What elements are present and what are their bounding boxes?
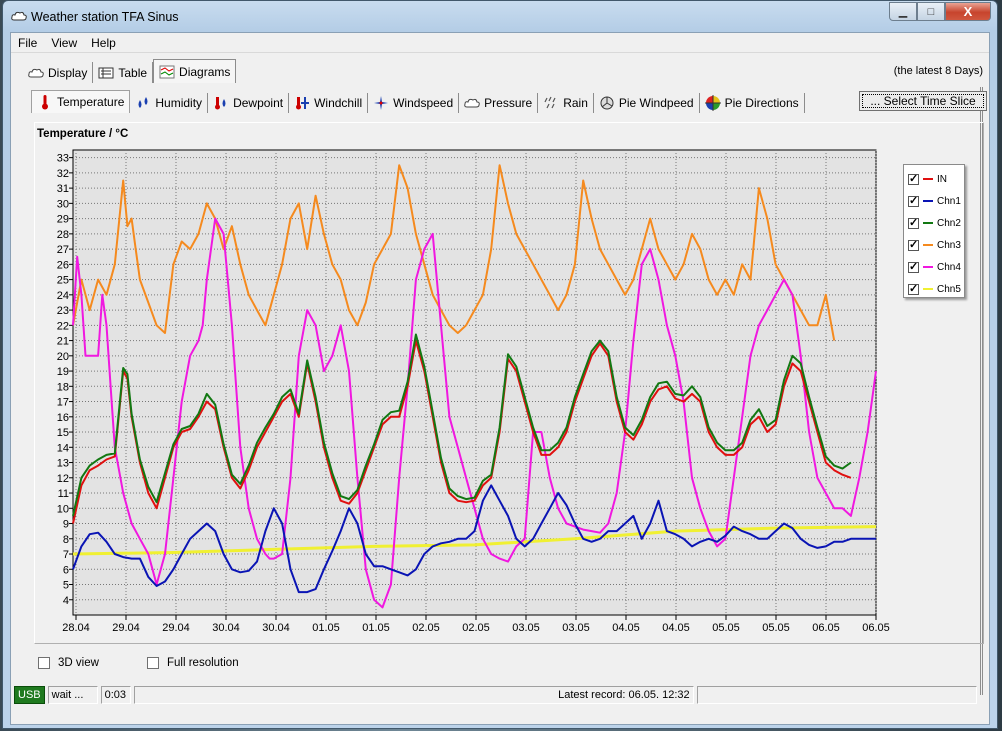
- y-tick-label: 11: [58, 488, 69, 500]
- y-tick-label: 26: [57, 259, 69, 271]
- y-tick-label: 20: [57, 351, 69, 363]
- x-tick-label: 29.04: [162, 622, 190, 634]
- y-tick-label: 28: [57, 229, 69, 241]
- full-resolution-label: Full resolution: [167, 657, 239, 669]
- y-tick-label: 31: [57, 183, 69, 195]
- x-tick-label: 01.05: [362, 622, 390, 634]
- y-tick-label: 22: [57, 320, 69, 332]
- x-tick-label: 01.05: [312, 622, 340, 634]
- legend-item-chn1[interactable]: Chn1: [908, 190, 964, 212]
- y-tick-label: 16: [57, 412, 69, 424]
- legend-label: Chn3: [937, 239, 961, 251]
- y-tick-label: 17: [57, 397, 69, 409]
- y-tick-label: 8: [63, 534, 69, 546]
- y-tick-label: 25: [57, 275, 69, 287]
- chart-title: Temperature / °C: [37, 128, 129, 140]
- legend-swatch: [923, 200, 933, 202]
- legend-item-in[interactable]: IN: [908, 168, 964, 190]
- y-tick-label: 12: [57, 473, 69, 485]
- status-timer: 0:03: [100, 686, 131, 704]
- x-axis: 28.04 29.04 29.04 30.04 30.04 01.05 01.05 02.05…: [62, 615, 890, 634]
- y-tick-label: 5: [63, 580, 69, 592]
- x-tick-label: 29.04: [112, 622, 140, 634]
- y-tick-label: 14: [57, 442, 69, 454]
- status-state: wait ...: [47, 686, 98, 704]
- y-tick-label: 13: [57, 458, 69, 470]
- chart-legend: IN Chn1 Chn2 Chn3 Chn4 Chn5: [903, 164, 965, 298]
- x-tick-label: 05.05: [762, 622, 790, 634]
- y-tick-label: 27: [57, 244, 69, 256]
- legend-label: Chn4: [937, 261, 961, 273]
- legend-checkbox[interactable]: [908, 172, 919, 185]
- y-tick-label: 7: [63, 549, 69, 561]
- x-tick-label: 02.05: [462, 622, 490, 634]
- x-tick-label: 03.05: [562, 622, 590, 634]
- legend-swatch: [923, 222, 933, 224]
- full-resolution-checkbox[interactable]: [147, 657, 159, 669]
- y-tick-label: 9: [63, 519, 69, 531]
- y-tick-label: 15: [57, 427, 69, 439]
- 3d-view-label: 3D view: [58, 657, 99, 669]
- y-tick-label: 30: [57, 198, 69, 210]
- status-latest-record: Latest record: 06.05. 12:32: [133, 686, 694, 704]
- legend-item-chn3[interactable]: Chn3: [908, 234, 964, 256]
- legend-label: Chn5: [937, 283, 961, 295]
- x-tick-label: 30.04: [262, 622, 290, 634]
- y-tick-label: 19: [57, 366, 69, 378]
- option-full-resolution[interactable]: Full resolution: [147, 657, 239, 669]
- x-tick-label: 04.05: [662, 622, 690, 634]
- y-tick-label: 29: [57, 214, 69, 226]
- y-tick-label: 10: [57, 503, 69, 515]
- y-tick-label: 18: [57, 381, 69, 393]
- x-tick-label: 28.04: [62, 622, 90, 634]
- legend-item-chn2[interactable]: Chn2: [908, 212, 964, 234]
- legend-checkbox[interactable]: [908, 238, 919, 251]
- status-extra: [696, 686, 977, 704]
- status-bar: USB wait ... 0:03 Latest record: 06.05. …: [14, 686, 994, 704]
- legend-label: Chn1: [937, 195, 961, 207]
- x-tick-label: 02.05: [412, 622, 440, 634]
- y-tick-label: 32: [57, 168, 69, 180]
- x-tick-label: 03.05: [512, 622, 540, 634]
- legend-label: Chn2: [937, 217, 961, 229]
- 3d-view-checkbox[interactable]: [38, 657, 50, 669]
- legend-item-chn4[interactable]: Chn4: [908, 256, 964, 278]
- y-tick-label: 21: [57, 336, 69, 348]
- y-tick-label: 33: [57, 153, 69, 165]
- y-axis: 4 5 6 7 8 9 10 11 12 13 14 15 16 17 18 19 20 21 22 23 24 25 26…: [57, 153, 73, 607]
- legend-checkbox[interactable]: [908, 194, 919, 207]
- y-tick-label: 4: [63, 595, 69, 607]
- legend-checkbox[interactable]: [908, 216, 919, 229]
- y-tick-label: 23: [57, 305, 69, 317]
- legend-checkbox[interactable]: [908, 282, 919, 295]
- legend-label: IN: [937, 173, 947, 185]
- temperature-chart: 4 5 6 7 8 9 10 11 12 13 14 15 16 17 18 19 20 21 22 23 24 25 26…: [57, 149, 890, 634]
- x-tick-label: 30.04: [212, 622, 240, 634]
- x-tick-label: 04.05: [612, 622, 640, 634]
- legend-checkbox[interactable]: [908, 260, 919, 273]
- legend-swatch: [923, 288, 933, 290]
- legend-swatch: [923, 266, 933, 268]
- legend-swatch: [923, 178, 933, 180]
- legend-swatch: [923, 244, 933, 246]
- legend-item-chn5[interactable]: Chn5: [908, 278, 964, 300]
- x-tick-label: 06.05: [862, 622, 890, 634]
- connection-badge: USB: [14, 686, 45, 704]
- x-tick-label: 06.05: [812, 622, 840, 634]
- option-3d-view[interactable]: 3D view: [38, 657, 99, 669]
- x-tick-label: 05.05: [712, 622, 740, 634]
- y-tick-label: 24: [57, 290, 69, 302]
- y-tick-label: 6: [63, 564, 69, 576]
